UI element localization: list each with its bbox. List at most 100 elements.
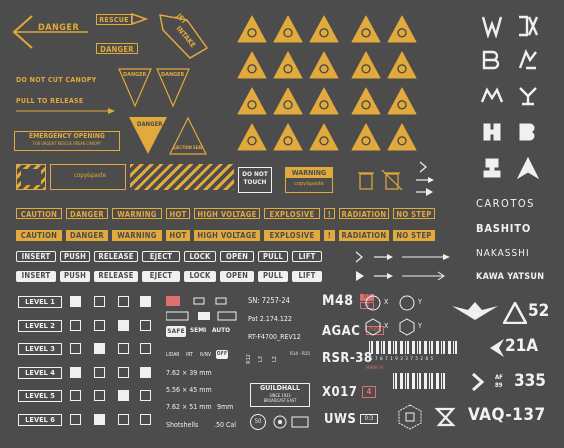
- label-danger: DANGER: [66, 208, 108, 219]
- barcode-bar: [405, 341, 406, 354]
- label-radiation: RADIATION: [339, 208, 389, 219]
- barcode-bar: [441, 341, 442, 354]
- hazard-triangle-icon: [309, 87, 339, 115]
- barcode-bar: [443, 373, 445, 389]
- hazard-triangle-icon: [351, 123, 381, 151]
- brand-emblem-icon: [518, 49, 537, 70]
- label-pull: PULL: [258, 271, 288, 282]
- zl-emblem-icon: [434, 407, 456, 427]
- label-lock: LOCK: [184, 271, 216, 282]
- label-lift: LIFT: [292, 271, 322, 282]
- uws-code: UWS: [324, 412, 357, 427]
- symbol-icon: [70, 343, 81, 354]
- level-5-label: LEVEL 5: [18, 390, 62, 402]
- brand-kawa: KAWA YATSUN: [476, 272, 545, 282]
- barcode-bar: [400, 373, 403, 389]
- barcode-bar: [395, 373, 397, 389]
- hazard-triangle-icon: [387, 87, 417, 115]
- danger-box-label: DANGER: [96, 43, 138, 54]
- brand-carotos: CAROTOS: [476, 197, 535, 210]
- brand-emblem-icon: [481, 16, 503, 38]
- barcode-bar: [381, 341, 382, 354]
- brand-emblem-icon: [516, 156, 540, 180]
- semi-label: SEMI: [190, 326, 207, 334]
- barcode-bar: [405, 373, 406, 389]
- wings-emblem-icon: [452, 302, 498, 320]
- fifty-circle: 50: [250, 414, 266, 430]
- barcode-bar: [383, 341, 385, 354]
- cal-2: 5.56 × 45 mm: [166, 386, 212, 394]
- symbol-icon: [94, 390, 105, 401]
- hex-cube-icon: [398, 404, 422, 430]
- shotshells: Shotshells: [166, 421, 199, 429]
- trash-icons: [358, 169, 403, 191]
- circle-x-icon: [365, 295, 381, 311]
- symbol-icon: [118, 413, 129, 425]
- cal-1: 7.62 × 39 mm: [166, 369, 212, 377]
- hazard-triangle-icon: [237, 123, 267, 151]
- symbol-icon: [94, 366, 105, 378]
- label-high-voltage: HIGH VOLTAGE: [194, 208, 260, 219]
- symbol-icon: [118, 319, 129, 331]
- hazard-triangle-icon: [273, 87, 303, 115]
- label--: !: [324, 230, 335, 241]
- barcode-bar: [443, 341, 445, 354]
- circle-y-icon: [399, 295, 415, 311]
- label-lift: LIFT: [292, 251, 322, 262]
- brand-emblem-icon: [519, 15, 539, 37]
- symbol-icon: [140, 390, 151, 401]
- brand-emblem-icon: [483, 123, 501, 141]
- barcode-bar: [417, 373, 418, 389]
- symbol-icon: [70, 413, 81, 425]
- barcode-bar: [388, 341, 391, 354]
- barcode-bar: [453, 341, 454, 354]
- do-not-touch-box: DO NOT TOUCH: [238, 167, 272, 193]
- nine-mm: 9mm: [217, 403, 234, 411]
- emergency-box: EMERGENCY OPENING FOR URGENT RESCUE BREA…: [14, 131, 120, 151]
- label-explosive: EXPLOSIVE: [264, 230, 320, 241]
- emergency-sub: FOR URGENT RESCUE BREAK CANOPY: [32, 141, 102, 146]
- l3-label: L3: [257, 356, 264, 362]
- emergency-title: EMERGENCY OPENING: [29, 132, 105, 140]
- oy-label: Y: [418, 298, 422, 306]
- num-21a: 21A: [505, 336, 539, 356]
- symbol-icon: [94, 296, 105, 307]
- barcode-bar: [455, 341, 457, 354]
- lidar-label: LIDAR: [166, 352, 180, 358]
- barcode-bar: [412, 373, 415, 389]
- guildhall-broad: BROADCAST EAST: [263, 398, 297, 403]
- barcode-bar: [429, 341, 430, 354]
- barcode-bar: [448, 341, 451, 354]
- rnv-label: R/NV: [200, 352, 212, 358]
- hazard-triangle-icon: [387, 123, 417, 151]
- hx-label: X: [384, 322, 389, 330]
- label-pull: PULL: [258, 251, 288, 262]
- hazard-triangle-icon: [237, 51, 267, 79]
- brand-bashito: BASHITO: [476, 222, 532, 235]
- symbol-icon: [118, 366, 129, 378]
- af-label: AF: [495, 374, 503, 381]
- brand-emblem-icon: [519, 87, 537, 106]
- vaq-code: VAQ-137: [468, 405, 546, 425]
- hazard-triangle-grid: [237, 15, 417, 151]
- rt-label: RT-F4700_REV12: [248, 333, 301, 341]
- off-label: OFF: [216, 350, 228, 359]
- symbol-icon: [140, 413, 151, 425]
- barcode-bar: [419, 341, 421, 354]
- barcode-bar: [419, 373, 421, 389]
- x017-code: X017: [322, 385, 358, 400]
- b9-label: 89: [495, 382, 503, 389]
- guildhall-title: GUILDHALL: [259, 384, 301, 392]
- hazard-triangle-icon: [273, 15, 303, 43]
- fx4-badge: 4: [362, 386, 376, 398]
- safe-label: SAFE: [166, 326, 186, 337]
- chevron-icon: [472, 372, 485, 392]
- hex-y-icon: [399, 318, 415, 336]
- barcode-bar: [429, 373, 430, 389]
- misc-glyphs: [273, 415, 309, 429]
- barcode-bar: [436, 373, 439, 389]
- label-open: OPEN: [220, 251, 254, 262]
- arrows-block: [355, 251, 450, 281]
- label-insert: INSERT: [16, 271, 56, 282]
- small-glyphs: [166, 296, 237, 321]
